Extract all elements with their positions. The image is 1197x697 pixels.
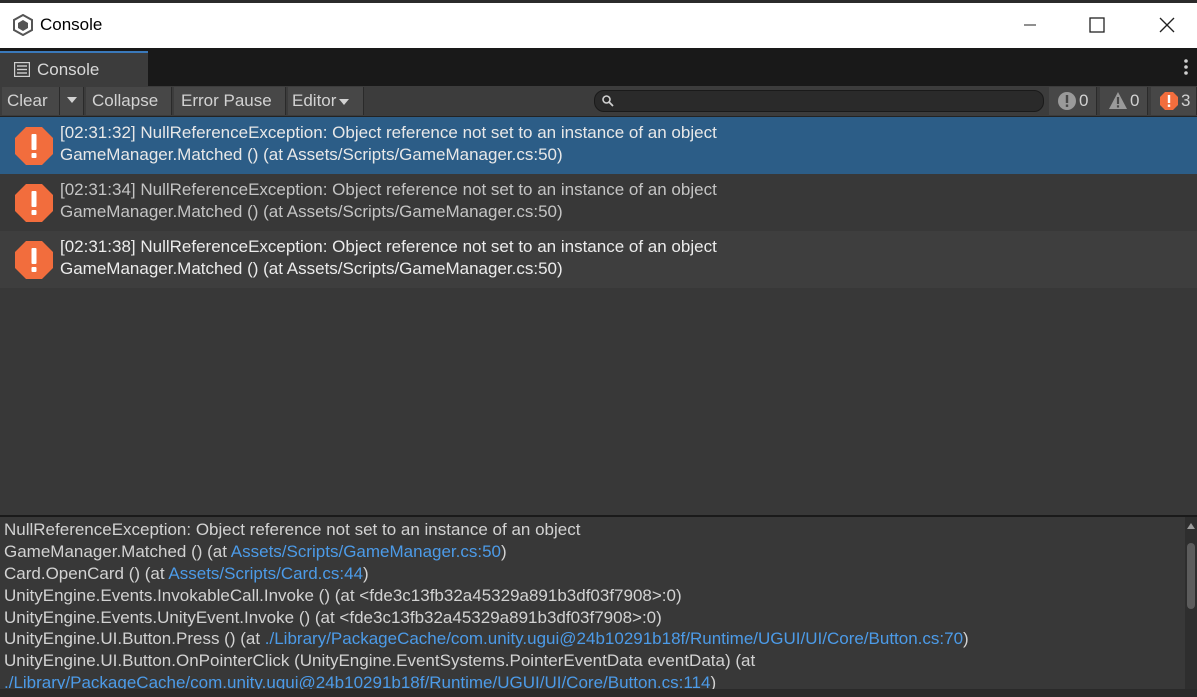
editor-dropdown[interactable]: Editor (288, 87, 364, 115)
bottom-edge (0, 689, 1197, 697)
search-icon (602, 95, 614, 107)
log-entry[interactable]: [02:31:32] NullReferenceException: Objec… (0, 117, 1197, 174)
search-field[interactable] (594, 90, 1044, 112)
vertical-scrollbar[interactable] (1185, 517, 1197, 689)
warning-icon (1109, 92, 1127, 109)
clear-options-dropdown[interactable] (60, 87, 84, 115)
scroll-up-icon[interactable] (1187, 523, 1195, 529)
log-list: [02:31:32] NullReferenceException: Objec… (0, 117, 1197, 515)
chevron-down-icon (339, 98, 350, 105)
log-entry-location: GameManager.Matched () (at Assets/Script… (60, 202, 563, 221)
stack-trace-line: Card.OpenCard () (at Assets/Scripts/Card… (4, 564, 369, 584)
stack-trace-line: UnityEngine.UI.Button.OnPointerClick (Un… (4, 651, 756, 670)
error-icon (1160, 92, 1178, 110)
log-entry-location: GameManager.Matched () (at Assets/Script… (60, 259, 563, 278)
source-link[interactable]: Assets/Scripts/Card.cs:44 (168, 564, 363, 583)
source-link[interactable]: ./Library/PackageCache/com.unity.ugui@24… (265, 629, 963, 648)
stack-trace-text: ) (501, 542, 507, 561)
window-title: Console (40, 15, 103, 34)
maximize-icon[interactable] (1085, 13, 1109, 37)
scrollbar-thumb[interactable] (1187, 543, 1195, 609)
search-input[interactable] (619, 92, 1033, 112)
stack-trace-panel: NullReferenceException: Object reference… (0, 517, 1185, 689)
unity-logo-icon (13, 14, 33, 36)
clear-button[interactable]: Clear (2, 87, 60, 115)
close-icon[interactable] (1155, 13, 1179, 37)
stack-trace-line: ./Library/PackageCache/com.unity.ugui@24… (4, 673, 716, 689)
stack-trace-line: UnityEngine.Events.UnityEvent.Invoke () … (4, 608, 662, 627)
console-toolbar: Clear Collapse Error Pause Editor 0 0 3 (0, 86, 1197, 117)
error-count: 3 (1181, 91, 1191, 110)
error-icon (15, 184, 53, 222)
log-entry-location: GameManager.Matched () (at Assets/Script… (60, 145, 563, 164)
window-titlebar: Console (0, 0, 1197, 48)
stack-trace-line: UnityEngine.Events.InvokableCall.Invoke … (4, 586, 682, 605)
log-count: 0 (1079, 91, 1089, 110)
tab-strip: Console (0, 48, 1197, 86)
minimize-icon[interactable] (1018, 13, 1042, 37)
error-icon (15, 241, 53, 279)
info-icon (1058, 92, 1076, 110)
source-link[interactable]: Assets/Scripts/GameManager.cs:50 (231, 542, 501, 561)
kebab-menu-icon[interactable] (1183, 58, 1189, 76)
collapse-label: Collapse (92, 91, 159, 110)
tab-console[interactable]: Console (0, 51, 148, 86)
log-entry-message: [02:31:34] NullReferenceException: Objec… (60, 180, 717, 199)
error-pause-label: Error Pause (181, 91, 272, 110)
stack-trace-line: UnityEngine.UI.Button.Press () (at ./Lib… (4, 629, 969, 649)
stack-trace-text: Card.OpenCard () (at (4, 564, 169, 583)
chevron-down-icon (67, 97, 77, 104)
stack-trace-text: ) (710, 673, 717, 689)
stack-trace-text: ) (363, 564, 369, 583)
log-entry-message: [02:31:32] NullReferenceException: Objec… (60, 123, 717, 142)
error-icon (15, 127, 53, 165)
error-count-toggle[interactable]: 3 (1151, 87, 1197, 115)
log-entry[interactable]: [02:31:38] NullReferenceException: Objec… (0, 231, 1197, 288)
stack-trace-line: GameManager.Matched () (at Assets/Script… (4, 542, 507, 562)
log-count-toggle[interactable]: 0 (1049, 87, 1097, 115)
log-entry[interactable]: [02:31:34] NullReferenceException: Objec… (0, 174, 1197, 231)
console-list-icon (14, 62, 30, 77)
collapse-toggle[interactable]: Collapse (86, 87, 172, 115)
stack-trace-text: ) (963, 629, 969, 648)
tab-console-label: Console (37, 60, 100, 79)
editor-label: Editor (292, 91, 337, 110)
stack-trace-line: NullReferenceException: Object reference… (4, 520, 581, 539)
warning-count: 0 (1130, 91, 1140, 110)
error-pause-toggle[interactable]: Error Pause (174, 87, 286, 115)
source-link[interactable]: ./Library/PackageCache/com.unity.ugui@24… (4, 673, 710, 689)
clear-label: Clear (7, 91, 48, 110)
log-entry-message: [02:31:38] NullReferenceException: Objec… (60, 237, 717, 256)
warning-count-toggle[interactable]: 0 (1100, 87, 1148, 115)
stack-trace-text: UnityEngine.UI.Button.Press () (at (4, 629, 265, 648)
stack-trace-text: GameManager.Matched () (at (4, 542, 231, 561)
